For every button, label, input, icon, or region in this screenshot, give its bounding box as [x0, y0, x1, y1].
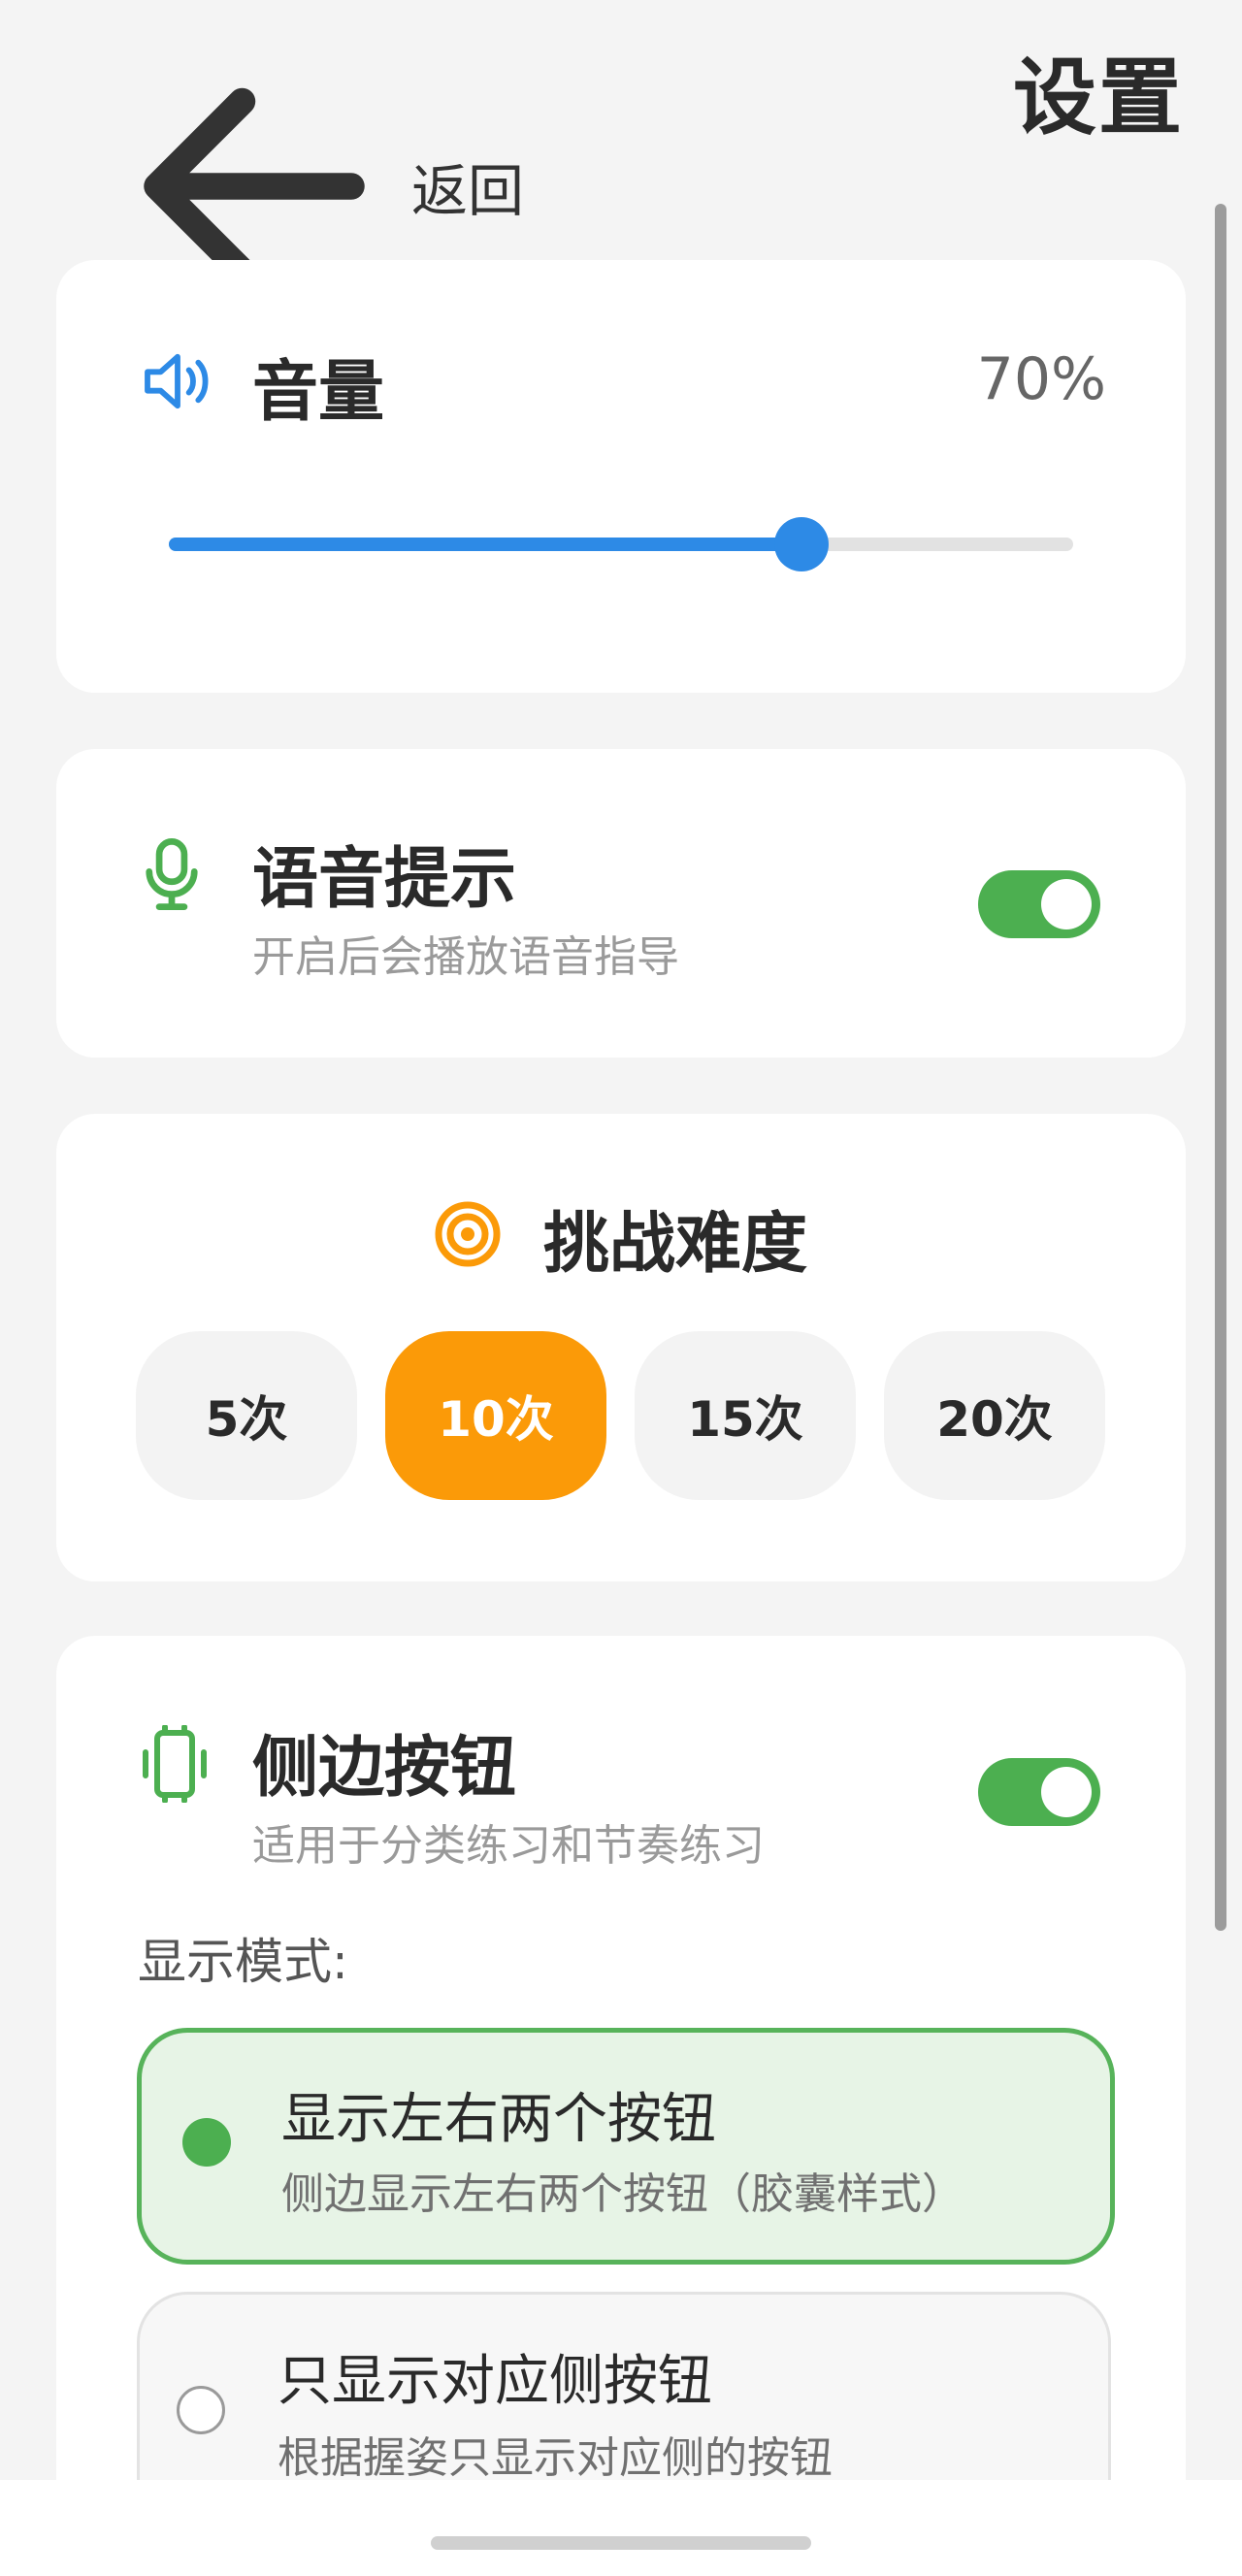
page-title: 设置	[1013, 49, 1184, 147]
radio-selected[interactable]	[182, 2118, 231, 2167]
side-button-icon	[140, 1725, 210, 1803]
voice-prompt-toggle[interactable]	[978, 870, 1100, 938]
mode-option-title: 只显示对应侧按钮	[278, 2350, 712, 2413]
mode-option-both[interactable]: 显示左右两个按钮 侧边显示左右两个按钮（胶囊样式）	[137, 2028, 1115, 2265]
volume-percent: 70%	[976, 345, 1106, 413]
volume-slider-fill	[169, 538, 802, 551]
voice-prompt-label: 语音提示	[252, 841, 517, 918]
mode-option-subtitle: 侧边显示左右两个按钮（胶囊样式）	[281, 2169, 964, 2219]
volume-card	[56, 260, 1186, 693]
volume-slider-thumb[interactable]	[774, 517, 830, 571]
difficulty-option-5[interactable]: 5次	[136, 1331, 357, 1500]
mode-option-title: 显示左右两个按钮	[281, 2088, 716, 2151]
home-indicator[interactable]	[431, 2536, 811, 2550]
system-nav-bar	[0, 2480, 1242, 2576]
display-mode-label: 显示模式:	[138, 1934, 348, 1990]
side-buttons-subtitle: 适用于分类练习和节奏练习	[252, 1821, 765, 1871]
scrollbar[interactable]	[1215, 204, 1226, 1931]
difficulty-option-20[interactable]: 20次	[884, 1331, 1105, 1500]
side-buttons-label: 侧边按钮	[252, 1730, 517, 1807]
side-buttons-toggle[interactable]	[978, 1758, 1100, 1826]
back-label: 返回	[411, 158, 525, 224]
radio-unselected[interactable]	[177, 2386, 225, 2434]
voice-prompt-subtitle: 开启后会播放语音指导	[252, 932, 679, 982]
microphone-icon	[142, 836, 202, 912]
difficulty-title: 挑战难度	[543, 1206, 808, 1283]
mode-option-subtitle: 根据握姿只显示对应侧的按钮	[278, 2433, 833, 2483]
speaker-icon	[140, 351, 215, 411]
target-icon	[433, 1199, 503, 1269]
difficulty-option-10[interactable]: 10次	[385, 1331, 606, 1500]
volume-label: 音量	[252, 354, 385, 431]
difficulty-option-15[interactable]: 15次	[635, 1331, 856, 1500]
